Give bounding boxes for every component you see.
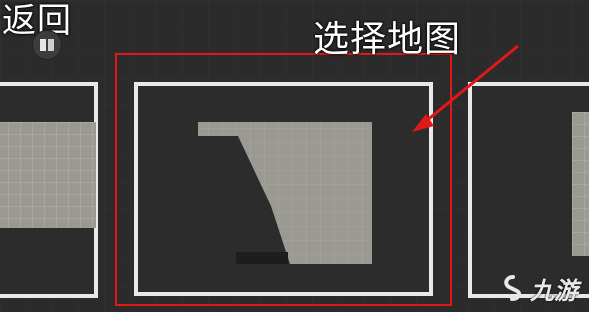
watermark: 九游	[500, 268, 586, 308]
jiuyou-logo-icon	[504, 275, 522, 301]
map-thumbnail-left	[0, 122, 96, 228]
map-card-left[interactable]	[0, 82, 98, 298]
selection-highlight-box	[115, 53, 452, 306]
map-card-right[interactable]	[468, 82, 589, 298]
annotation-title: 选择地图	[313, 19, 462, 60]
watermark-text: 九游	[530, 276, 578, 305]
map-thumbnail-right	[572, 112, 589, 256]
book-icon[interactable]	[32, 30, 62, 60]
